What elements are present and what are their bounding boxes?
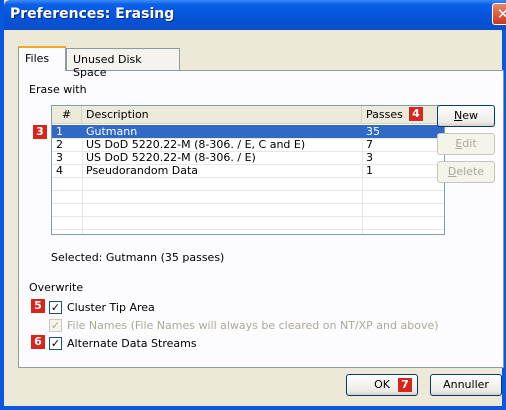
title-bar[interactable]: Preferences: Erasing ✕ (4, 0, 506, 30)
row-description: Gutmann (86, 125, 138, 138)
row-passes: 35 (366, 125, 380, 138)
row-number: 3 (56, 151, 63, 164)
cancel-button-label: Annuller (443, 378, 489, 391)
row-number: 1 (56, 125, 63, 138)
delete-button[interactable]: Delete (437, 161, 495, 183)
ok-button-label: OK (374, 378, 390, 391)
tab-files[interactable]: Files (18, 46, 66, 71)
grid-line (52, 190, 444, 191)
delete-button-label: elete (456, 165, 485, 178)
tab-unused-disk-space[interactable]: Unused Disk Space (66, 48, 180, 79)
grid-line (52, 203, 444, 204)
table-row[interactable]: 3 US DoD 5220.22-M (8-306. / E) 3 (52, 151, 444, 164)
file-names-label: File Names (File Names will always be cl… (67, 319, 439, 332)
overwrite-label: Overwrite (29, 281, 84, 294)
window-title: Preferences: Erasing (10, 6, 175, 22)
column-header-passes[interactable]: Passes (362, 106, 444, 124)
list-header: # Description Passes (52, 106, 444, 124)
marker-3: 3 (33, 125, 47, 139)
file-names-check-icon[interactable]: ✓ (49, 319, 62, 332)
row-number: 2 (56, 138, 63, 151)
erase-with-label: Erase with (29, 83, 87, 96)
new-button-accel: N (454, 109, 463, 122)
cluster-tip-label: Cluster Tip Area (67, 301, 155, 314)
selected-method-text: Selected: Gutmann (35 passes) (51, 251, 225, 264)
alternate-streams-label: Alternate Data Streams (67, 337, 197, 350)
row-passes: 7 (366, 138, 373, 151)
table-row[interactable]: 4 Pseudorandom Data 1 (52, 164, 444, 177)
close-icon: ✕ (496, 5, 506, 23)
grid-line (52, 229, 444, 230)
erase-methods-list[interactable]: # Description Passes 1 Gutmann 35 2 US D… (51, 105, 445, 235)
table-row[interactable]: 1 Gutmann 35 (52, 125, 444, 138)
column-header-number[interactable]: # (52, 106, 82, 124)
row-number: 4 (56, 164, 63, 177)
alternate-streams-check-icon[interactable]: ✓ (49, 337, 62, 350)
preferences-dialog: Preferences: Erasing ✕ Files Unused Disk… (0, 0, 506, 410)
grid-line (52, 216, 444, 217)
cluster-tip-check-icon[interactable]: ✓ (49, 301, 62, 314)
grid-line (52, 177, 444, 178)
marker-4: 4 (409, 107, 423, 121)
new-button-label: ew (462, 109, 478, 122)
column-header-description[interactable]: Description (82, 106, 362, 124)
marker-6: 6 (31, 335, 45, 349)
table-row[interactable]: 2 US DoD 5220.22-M (8-306. / E, C and E)… (52, 138, 444, 151)
row-passes: 1 (366, 164, 373, 177)
row-description: US DoD 5220.22-M (8-306. / E) (86, 151, 256, 164)
tab-files-label: Files (25, 52, 50, 65)
files-tab-panel: Erase with 3 # Description Passes 1 Gutm… (18, 70, 504, 368)
new-button[interactable]: New (437, 105, 495, 127)
marker-5: 5 (31, 299, 45, 313)
row-description: Pseudorandom Data (86, 164, 199, 177)
edit-button-label: dit (462, 137, 477, 150)
marker-7: 7 (398, 378, 412, 392)
cancel-button[interactable]: Annuller (430, 374, 502, 396)
row-passes: 3 (366, 151, 373, 164)
close-button[interactable]: ✕ (492, 3, 506, 25)
row-description: US DoD 5220.22-M (8-306. / E, C and E) (86, 138, 306, 151)
edit-button[interactable]: Edit (437, 133, 495, 155)
